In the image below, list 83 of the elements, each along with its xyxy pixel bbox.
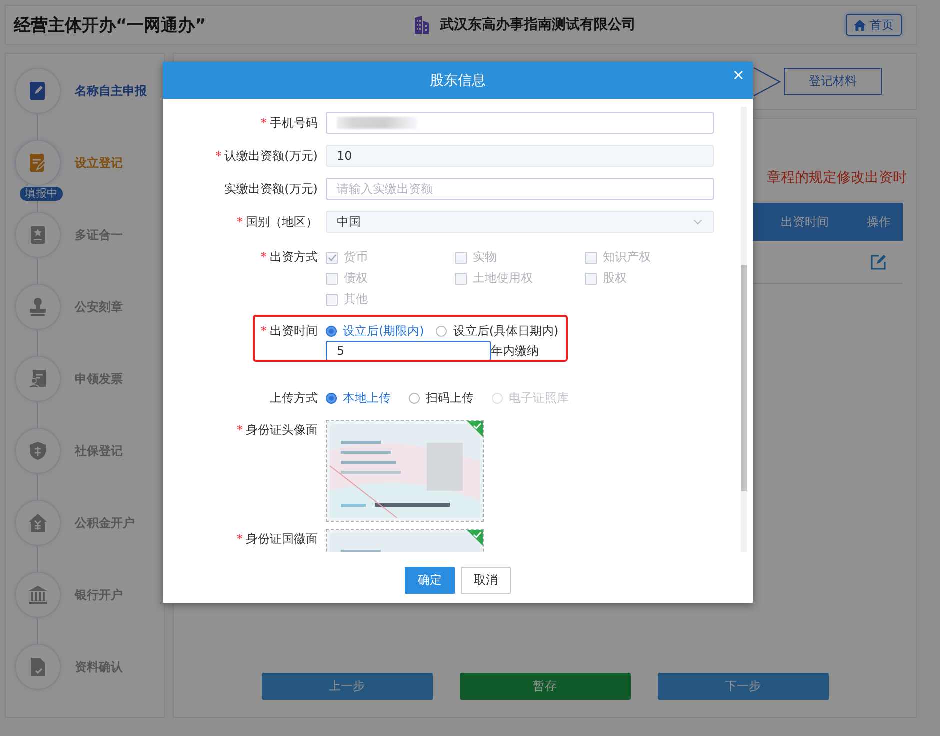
notice-text: 章程的规定修改出资时 [766, 169, 908, 187]
radio-button[interactable] [326, 326, 337, 336]
dialog-title: 股东信息 [430, 72, 486, 90]
required-mark: * [237, 215, 243, 229]
note-pen-icon [28, 153, 48, 173]
status-badge: 填报中 [20, 187, 63, 201]
column-header: 出资时间 [780, 214, 830, 230]
document-check-icon [28, 657, 48, 677]
bank-icon [28, 585, 48, 605]
step-label[interactable]: 公安刻章 [75, 298, 123, 316]
checkbox[interactable] [326, 252, 338, 264]
confirm-button[interactable]: 确定 [405, 567, 455, 594]
required-mark: * [216, 149, 222, 163]
step-label[interactable]: 公积金开户 [75, 514, 135, 532]
checkbox[interactable] [455, 252, 467, 264]
option-label: 设立后(具体日期内) [453, 322, 559, 340]
step-label[interactable]: 社保登记 [75, 442, 123, 460]
app-title: 经营主体开办“一网通办” [14, 14, 208, 36]
required-mark: * [237, 423, 243, 437]
invoice-icon [28, 369, 48, 389]
chevron-down-icon [693, 219, 703, 225]
required-mark: * [261, 116, 267, 130]
edit-icon[interactable] [871, 254, 887, 270]
scrollbar[interactable] [741, 107, 747, 552]
radio-button[interactable] [409, 392, 420, 404]
option-label: 货币 [344, 249, 368, 266]
field-label: 出资方式 [270, 250, 318, 264]
field-label: 上传方式 [270, 391, 318, 405]
option-label: 电子证照库 [509, 390, 569, 406]
required-mark: * [261, 324, 267, 338]
amount-field[interactable]: 10 [326, 145, 714, 167]
step-label[interactable]: 名称自主申报 [75, 82, 147, 100]
option-label: 本地上传 [343, 390, 391, 406]
cancel-button[interactable]: 取消 [461, 567, 511, 594]
checkbox[interactable] [326, 294, 338, 306]
stamp-icon [28, 297, 48, 317]
step-label[interactable]: 设立登记 [75, 154, 123, 172]
checkbox[interactable] [585, 272, 597, 284]
option-label: 扫码上传 [426, 390, 474, 406]
column-header: 操作 [866, 214, 892, 230]
field-label: 认缴出资额(万元) [224, 149, 318, 163]
required-mark: * [237, 532, 243, 546]
certificate-icon [28, 225, 48, 245]
field-label: 手机号码 [270, 116, 318, 130]
option-label: 实物 [473, 249, 497, 266]
checkbox[interactable] [326, 272, 338, 284]
option-label: 土地使用权 [473, 270, 533, 287]
previous-button[interactable]: 上一步 [262, 673, 432, 700]
step-label[interactable]: 申领发票 [75, 370, 123, 388]
house-icon [28, 513, 48, 533]
checkbox[interactable] [585, 252, 597, 264]
save-button[interactable]: 暂存 [460, 673, 630, 700]
company-name: 武汉东高办事指南测试有限公司 [440, 16, 636, 34]
home-button[interactable]: 首页 [846, 14, 902, 36]
field-label: 身份证头像面 [246, 423, 318, 437]
step-label[interactable]: 银行开户 [75, 586, 123, 604]
field-label: 出资时间 [270, 324, 318, 338]
shield-icon [28, 441, 48, 461]
required-mark: * [261, 250, 267, 264]
checkbox[interactable] [455, 272, 467, 284]
option-label: 设立后(期限内) [343, 322, 424, 340]
close-button[interactable]: × [730, 66, 747, 84]
chevron-icon [752, 66, 782, 96]
step-label[interactable]: 资料确认 [75, 658, 123, 676]
option-label: 其他 [344, 291, 368, 308]
field-label: 身份证国徽面 [246, 532, 318, 546]
next-button[interactable]: 下一步 [658, 673, 828, 700]
option-label: 股权 [603, 270, 627, 287]
step-tab[interactable]: 登记材料 [784, 68, 882, 95]
input-field[interactable]: 请输入实缴出资额 [326, 178, 714, 200]
check-icon [328, 254, 336, 262]
option-label: 债权 [344, 270, 368, 287]
home-icon [854, 20, 866, 30]
select-field[interactable]: 中国 [326, 211, 714, 233]
field-label: 实缴出资额(万元) [224, 182, 318, 196]
field-label: 国别（地区） [246, 215, 318, 229]
building-icon [414, 16, 430, 34]
option-label: 知识产权 [603, 249, 651, 266]
step-label[interactable]: 多证合一 [75, 226, 123, 244]
unit-label: 年内缴纳 [491, 342, 539, 360]
radio-button[interactable] [326, 392, 337, 404]
radio-button[interactable] [436, 326, 448, 336]
document-pen-icon [28, 81, 48, 101]
